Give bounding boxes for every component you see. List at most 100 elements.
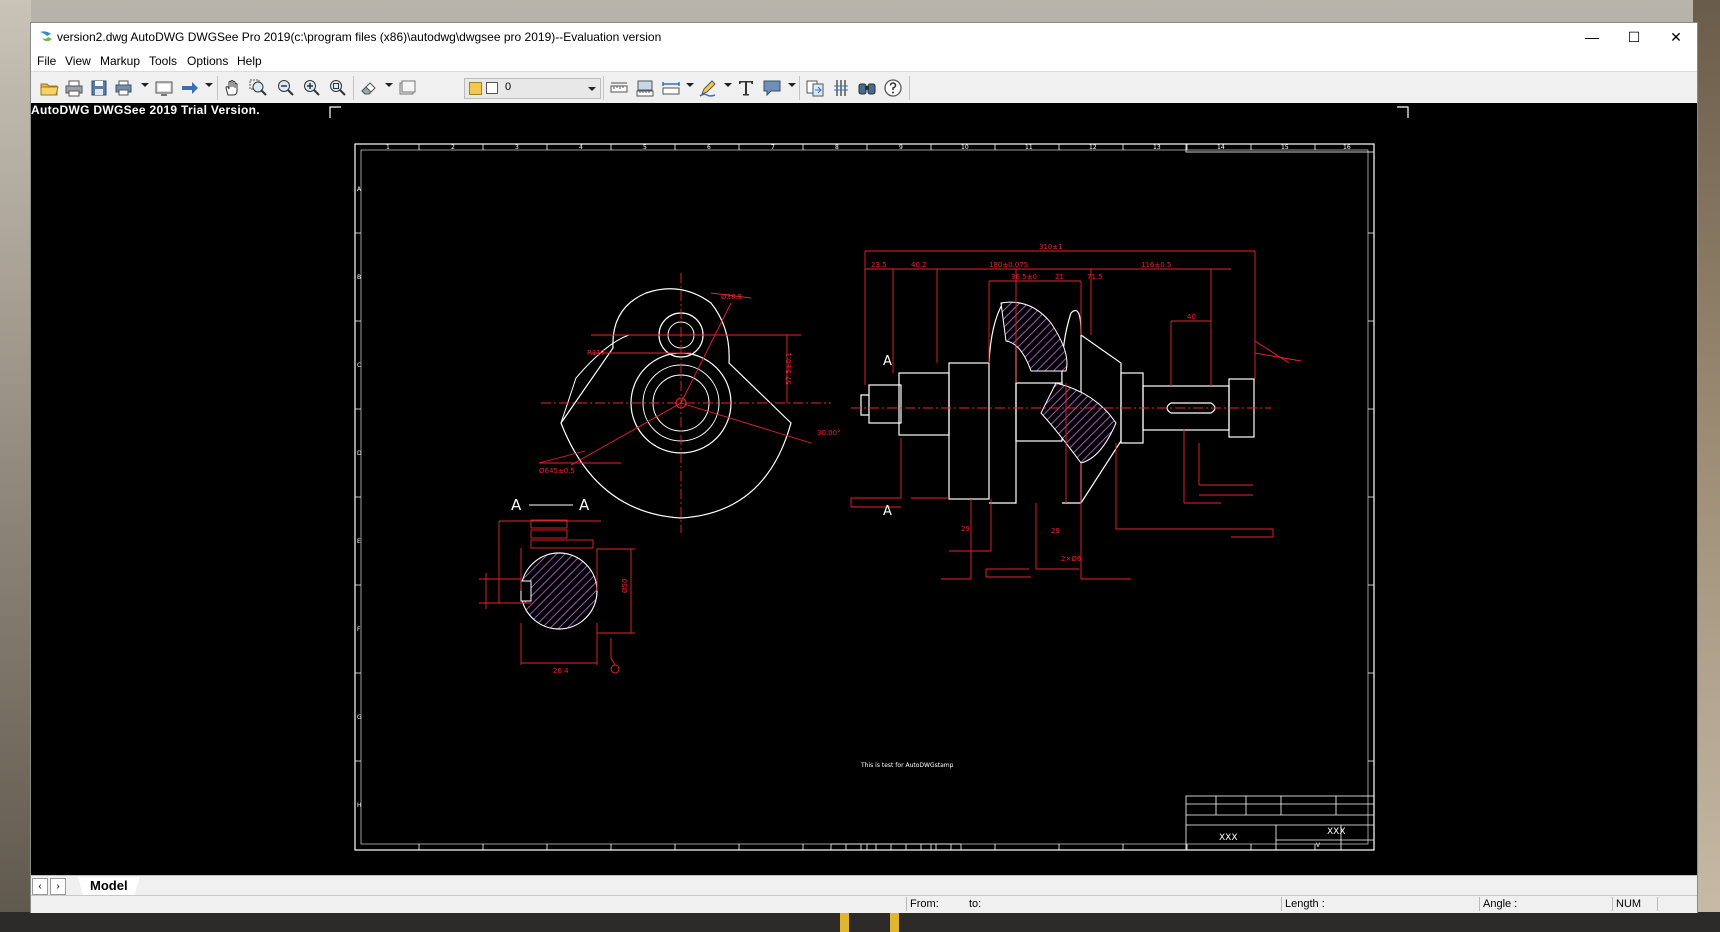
zoom-in-icon[interactable]: [301, 78, 321, 98]
frame-icon[interactable]: [397, 78, 417, 98]
dim-label: 40: [1187, 313, 1196, 321]
zone-number: 8: [835, 144, 839, 151]
title-block-text: XXX: [1219, 833, 1238, 843]
toolbar-separator: [603, 76, 604, 100]
layer-icon: [469, 82, 482, 95]
desktop-wallpaper-left: [0, 0, 31, 932]
layout-tab-bar: ‹ › Model: [31, 875, 1697, 896]
measure-area-icon[interactable]: [635, 78, 655, 98]
status-num: NUM: [1612, 897, 1656, 911]
zone-number: 16: [1343, 144, 1351, 151]
menu-options[interactable]: Options: [187, 54, 228, 68]
status-to-label: to:: [969, 898, 982, 910]
zone-number: 1: [386, 144, 390, 151]
eraser-icon[interactable]: [359, 78, 379, 98]
dim-label: 23.5: [871, 261, 887, 269]
forward-arrow-icon[interactable]: [180, 78, 200, 98]
menu-tools[interactable]: Tools: [149, 54, 177, 68]
dimension-icon[interactable]: [661, 78, 681, 98]
window-title: version2.dwg AutoDWG DWGSee Pro 2019(c:\…: [57, 30, 662, 44]
dim-label: 180±0.075: [989, 261, 1028, 269]
help-icon[interactable]: [883, 78, 903, 98]
dim-label: 30.00°: [817, 429, 841, 437]
maximize-button[interactable]: ☐: [1613, 23, 1655, 52]
scale-bar: [830, 843, 962, 850]
zoom-window-icon[interactable]: [248, 78, 268, 98]
markup-pen-icon[interactable]: [698, 78, 718, 98]
zone-letter: C: [357, 362, 361, 369]
eraser-dropdown[interactable]: [385, 83, 393, 87]
menu-file[interactable]: File: [37, 54, 56, 68]
measure-distance-icon[interactable]: [609, 78, 629, 98]
text-icon[interactable]: [736, 78, 756, 98]
zone-number: 6: [707, 144, 711, 151]
open-folder-icon[interactable]: [39, 78, 59, 98]
dimension-dropdown[interactable]: [686, 83, 694, 87]
zone-number: 14: [1217, 144, 1225, 151]
toolbar-separator: [909, 76, 910, 100]
menu-help[interactable]: Help: [237, 54, 262, 68]
status-from-label: From:: [910, 898, 939, 910]
dim-label: Ø38.5: [721, 293, 742, 301]
screen-icon[interactable]: [154, 78, 174, 98]
tab-model[interactable]: Model: [78, 877, 140, 895]
compare-icon[interactable]: [805, 78, 825, 98]
crankshaft-side-view: 310±1 23.5 40.2 180±0.075 116±0.5 36.5±0…: [850, 243, 1302, 580]
desktop-wallpaper-road: [0, 912, 1720, 932]
zoom-extents-icon[interactable]: [327, 78, 347, 98]
zone-letter: B: [357, 274, 361, 281]
minimize-button[interactable]: —: [1571, 23, 1613, 52]
zone-labels: 1 2 3 4 5 6 7 8 9 10 11 12 13 14 15 16 A…: [357, 144, 1351, 809]
dim-label: 29: [1051, 527, 1060, 535]
desktop-wallpaper-right: [1693, 0, 1720, 932]
zone-number: 5: [643, 144, 647, 151]
tab-prev-button[interactable]: ‹: [32, 878, 48, 895]
chevron-down-icon: [588, 87, 596, 91]
title-bar: version2.dwg AutoDWG DWGSee Pro 2019(c:\…: [31, 23, 1697, 52]
zone-letter: F: [357, 626, 361, 633]
zone-number: 10: [961, 144, 969, 151]
zone-number: 11: [1025, 144, 1033, 151]
zone-number: 13: [1153, 144, 1161, 151]
dim-label: Ø645±0.5: [539, 467, 575, 475]
sheet-corner-marks: [329, 106, 1409, 118]
print-icon[interactable]: [64, 78, 84, 98]
callout-icon[interactable]: [762, 78, 782, 98]
dim-label: 71.5: [1087, 273, 1103, 281]
drawing-note: This is test for AutoDWGstamp: [860, 762, 954, 769]
close-button[interactable]: ✕: [1655, 23, 1697, 52]
status-length: Length :: [1281, 897, 1465, 911]
toolbar-separator: [353, 76, 354, 100]
dim-label: 310±1: [1039, 243, 1063, 251]
tab-next-button[interactable]: ›: [50, 878, 66, 895]
zone-letter: H: [357, 802, 362, 809]
save-icon[interactable]: [89, 78, 109, 98]
zone-letter: D: [357, 450, 362, 457]
title-block-text: V: [1316, 842, 1321, 849]
section-label-right: A: [579, 496, 590, 514]
batch-print-dropdown[interactable]: [141, 83, 149, 87]
markup-pen-dropdown[interactable]: [724, 83, 732, 87]
pan-hand-icon[interactable]: [222, 78, 242, 98]
dim-label: 40.2: [911, 261, 927, 269]
toolbar: 0: [31, 71, 1697, 104]
forward-arrow-dropdown[interactable]: [205, 83, 213, 87]
find-icon[interactable]: [857, 78, 877, 98]
app-window: version2.dwg AutoDWG DWGSee Pro 2019(c:\…: [31, 23, 1697, 913]
batch-print-icon[interactable]: [114, 78, 134, 98]
dwgsee-app-icon: [40, 31, 52, 42]
title-block-text: XXX: [1327, 827, 1346, 837]
split-icon[interactable]: [831, 78, 851, 98]
menu-view[interactable]: View: [65, 54, 91, 68]
layer-combo[interactable]: 0: [464, 78, 601, 99]
zoom-out-icon[interactable]: [275, 78, 295, 98]
callout-dropdown[interactable]: [788, 83, 796, 87]
svg-text:A: A: [883, 504, 892, 519]
border-ticks: [355, 144, 1374, 850]
layer-value: 0: [505, 81, 512, 93]
drawing-canvas[interactable]: AutoDWG DWGSee 2019 Trial Version. 1 2 3…: [31, 103, 1697, 875]
menu-markup[interactable]: Markup: [100, 54, 140, 68]
dim-label: Ø50: [621, 579, 629, 593]
section-label-left: A: [511, 496, 522, 514]
cad-drawing: 1 2 3 4 5 6 7 8 9 10 11 12 13 14 15 16 A…: [329, 106, 1409, 851]
